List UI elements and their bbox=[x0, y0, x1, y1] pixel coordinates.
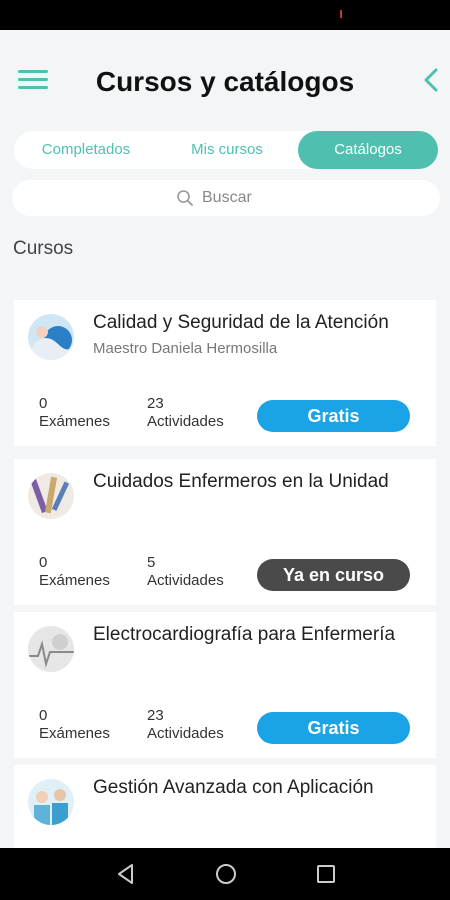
activities-stat: 23 Actividades bbox=[147, 707, 224, 743]
course-thumbnail bbox=[28, 473, 74, 519]
course-title: Cuidados Enfermeros en la Unidad bbox=[93, 471, 389, 492]
course-card[interactable]: Gestión Avanzada con Aplicación bbox=[14, 765, 436, 848]
app-header: Cursos y catálogos bbox=[0, 30, 450, 130]
activities-label: Actividades bbox=[147, 572, 224, 589]
in-progress-button[interactable]: Ya en curso bbox=[257, 559, 410, 591]
course-card[interactable]: Cuidados Enfermeros en la Unidad 0 Exáme… bbox=[14, 459, 436, 605]
search-icon bbox=[176, 189, 194, 207]
activities-count: 23 bbox=[147, 395, 164, 412]
exams-label: Exámenes bbox=[39, 572, 110, 589]
exams-label: Exámenes bbox=[39, 413, 110, 430]
course-card[interactable]: Electrocardiografía para Enfermería 0 Ex… bbox=[14, 612, 436, 758]
free-button[interactable]: Gratis bbox=[257, 400, 410, 432]
status-bar bbox=[0, 0, 450, 30]
exams-label: Exámenes bbox=[39, 725, 110, 742]
activities-label: Actividades bbox=[147, 725, 224, 742]
search-bar[interactable] bbox=[12, 180, 440, 216]
exams-stat: 0 Exámenes bbox=[39, 395, 110, 431]
exams-stat: 0 Exámenes bbox=[39, 707, 110, 743]
system-navigation-bar bbox=[0, 848, 450, 900]
search-input[interactable] bbox=[202, 186, 402, 210]
activities-stat: 23 Actividades bbox=[147, 395, 224, 431]
free-button[interactable]: Gratis bbox=[257, 712, 410, 744]
tab-mis-cursos[interactable]: Mis cursos bbox=[158, 131, 296, 169]
circle-home-icon[interactable] bbox=[214, 862, 238, 886]
tab-catalogos[interactable]: Catálogos bbox=[298, 131, 438, 169]
tab-completados[interactable]: Completados bbox=[14, 131, 158, 169]
course-thumbnail bbox=[28, 779, 74, 825]
tab-bar: Completados Mis cursos Catálogos bbox=[14, 131, 438, 169]
course-card[interactable]: Calidad y Seguridad de la Atención Maest… bbox=[14, 300, 436, 446]
course-author: Maestro Daniela Hermosilla bbox=[93, 340, 278, 357]
course-thumbnail bbox=[28, 314, 74, 360]
course-thumbnail bbox=[28, 626, 74, 672]
section-title: Cursos bbox=[13, 238, 74, 259]
exams-stat: 0 Exámenes bbox=[39, 554, 110, 590]
activities-stat: 5 Actividades bbox=[147, 554, 224, 590]
chevron-left-icon[interactable] bbox=[420, 66, 444, 94]
status-indicator bbox=[340, 10, 342, 18]
exams-count: 0 bbox=[39, 554, 48, 571]
course-title: Calidad y Seguridad de la Atención bbox=[93, 312, 389, 333]
activities-count: 5 bbox=[147, 554, 156, 571]
activities-label: Actividades bbox=[147, 413, 224, 430]
course-title: Electrocardiografía para Enfermería bbox=[93, 624, 396, 645]
activities-count: 23 bbox=[147, 707, 164, 724]
exams-count: 0 bbox=[39, 707, 48, 724]
page-title: Cursos y catálogos bbox=[95, 66, 355, 97]
square-recents-icon[interactable] bbox=[314, 862, 338, 886]
exams-count: 0 bbox=[39, 395, 48, 412]
triangle-back-icon[interactable] bbox=[114, 862, 138, 886]
course-title: Gestión Avanzada con Aplicación bbox=[93, 777, 374, 798]
